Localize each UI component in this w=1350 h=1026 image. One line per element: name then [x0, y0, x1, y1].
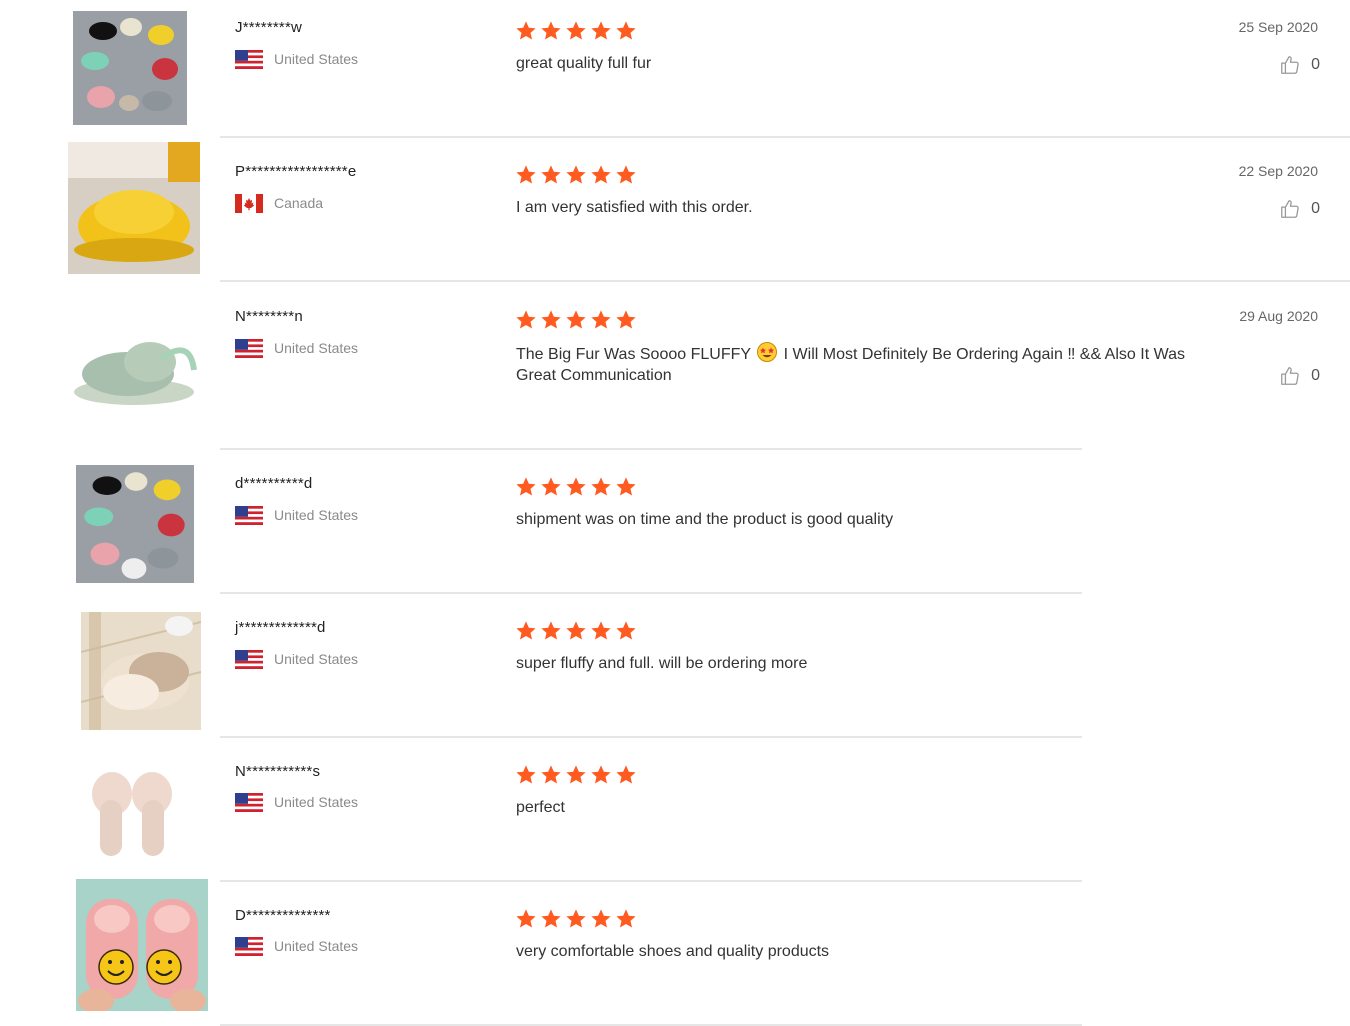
product-thumbnail[interactable]	[76, 879, 208, 1011]
reviewer-name: D**************	[235, 907, 331, 924]
review-text: very comfortable shoes and quality produ…	[516, 943, 830, 960]
star-icon	[566, 909, 586, 928]
rating-stars	[515, 908, 637, 930]
reviewer-country: United States	[235, 936, 358, 956]
star-icon	[516, 909, 536, 928]
star-icon	[541, 909, 561, 928]
star-icon	[591, 909, 611, 928]
country-label: United States	[274, 938, 359, 954]
review-item: D************** United States very comfo…	[0, 0, 1350, 1026]
us-flag-icon	[235, 936, 263, 956]
star-icon	[616, 909, 636, 928]
